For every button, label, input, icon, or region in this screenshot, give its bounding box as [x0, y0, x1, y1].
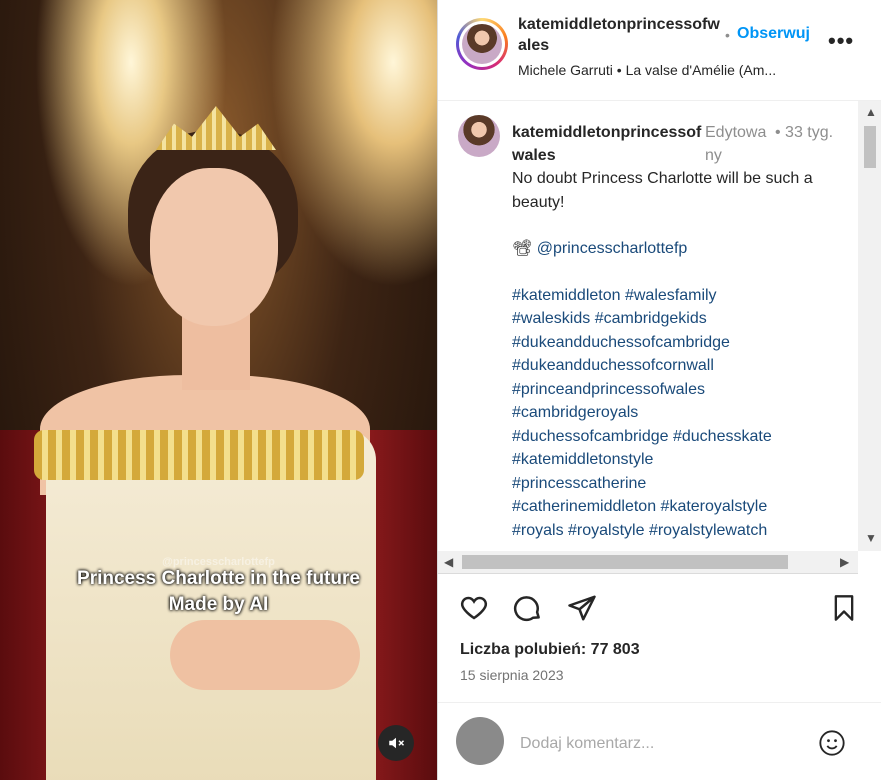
- likes-count[interactable]: Liczba polubień: 77 803: [460, 641, 640, 659]
- hashtag-line[interactable]: #princeandprincessofwales: [512, 378, 832, 402]
- hashtag-line[interactable]: #dukeandduchessofcambridge: [512, 331, 832, 355]
- hashtag-list: #katemiddleton #walesfamily #waleskids #…: [512, 284, 832, 543]
- add-comment-bar: Dodaj komentarz...: [438, 702, 881, 781]
- comment-time: • 33 tyg.: [775, 124, 834, 141]
- bookmark-icon: [834, 595, 854, 621]
- avatar[interactable]: [456, 18, 508, 70]
- comments-scroll-area[interactable]: katemiddletonprincessofwales Edytowany •…: [438, 101, 881, 551]
- media-caption-line2: Made by AI: [168, 594, 269, 615]
- comment-icon: [513, 596, 540, 622]
- scroll-left-arrow-icon[interactable]: ◀: [444, 555, 453, 569]
- post-date: 15 sierpnia 2023: [460, 667, 564, 683]
- post-media[interactable]: @princesscharlottefp Princess Charlotte …: [0, 0, 437, 780]
- comment-credit: 📽 @princesscharlottefp: [512, 237, 832, 261]
- speaker-muted-icon: [389, 737, 405, 749]
- hashtag-line[interactable]: #katemiddletonstyle: [512, 448, 832, 472]
- send-icon: [568, 595, 596, 621]
- hashtag-line[interactable]: #katemiddleton #walesfamily: [512, 284, 832, 308]
- hashtag-line[interactable]: #dukeandduchessofcornwall: [512, 354, 832, 378]
- vertical-scrollbar[interactable]: ▲ ▼: [858, 101, 881, 551]
- comment-username[interactable]: katemiddletonprincessofwales: [512, 121, 702, 167]
- follow-button[interactable]: Obserwuj: [737, 25, 810, 43]
- follow-separator: •: [725, 27, 730, 43]
- face: [150, 168, 278, 326]
- dress-trim: [34, 430, 364, 480]
- comment-avatar[interactable]: [458, 115, 500, 157]
- scroll-up-arrow-icon[interactable]: ▲: [865, 105, 877, 119]
- post-panel: katemiddletonprincessofwales • Obserwuj …: [437, 0, 881, 780]
- media-watermark: @princesscharlottefp: [162, 556, 275, 568]
- hashtag-line[interactable]: #catherinemiddleton #kateroyalstyle: [512, 495, 832, 519]
- save-button[interactable]: [826, 590, 862, 626]
- mute-button[interactable]: [378, 725, 414, 761]
- add-comment-input[interactable]: Dodaj komentarz...: [520, 735, 654, 753]
- post-actions: [438, 590, 881, 634]
- hashtag-line[interactable]: #cambridgeroyals: [512, 401, 832, 425]
- comment-button[interactable]: [510, 590, 546, 626]
- audio-track-link[interactable]: Michele Garruti • La valse d'Amélie (Am.…: [518, 62, 828, 78]
- header-username[interactable]: katemiddletonprincessofwales: [518, 14, 728, 56]
- media-caption-line1: Princess Charlotte in the future: [77, 568, 360, 589]
- hashtag-line[interactable]: #waleskids #cambridgekids: [512, 307, 832, 331]
- horizontal-scroll-thumb[interactable]: [462, 555, 788, 569]
- scroll-right-arrow-icon[interactable]: ▶: [840, 555, 849, 569]
- scroll-down-arrow-icon[interactable]: ▼: [865, 531, 877, 545]
- credit-handle-link[interactable]: @princesscharlottefp: [537, 240, 688, 257]
- like-button[interactable]: [456, 590, 492, 626]
- share-button[interactable]: [564, 590, 600, 626]
- heart-icon: [460, 596, 488, 620]
- vertical-scroll-thumb[interactable]: [864, 126, 876, 168]
- film-projector-icon: 📽: [512, 240, 533, 257]
- hashtag-line[interactable]: #royals #royalstyle #royalstylewatch: [512, 519, 832, 543]
- smiley-icon[interactable]: [818, 729, 846, 757]
- current-user-avatar: [456, 717, 504, 765]
- more-options-button[interactable]: •••: [828, 28, 854, 54]
- avatar-image: [462, 24, 502, 64]
- post-header: katemiddletonprincessofwales • Obserwuj …: [438, 0, 881, 101]
- hashtag-line[interactable]: #duchessofcambridge #duchesskate: [512, 425, 832, 449]
- horizontal-scrollbar[interactable]: ◀ ▶: [438, 551, 858, 574]
- arm: [170, 620, 360, 690]
- comment-text: No doubt Princess Charlotte will be such…: [512, 170, 813, 211]
- hashtag-line[interactable]: #princesscatherine: [512, 472, 832, 496]
- tiara: [156, 106, 276, 150]
- comment-body: No doubt Princess Charlotte will be such…: [512, 167, 832, 542]
- comment-edited-label: Edytowany: [705, 124, 767, 164]
